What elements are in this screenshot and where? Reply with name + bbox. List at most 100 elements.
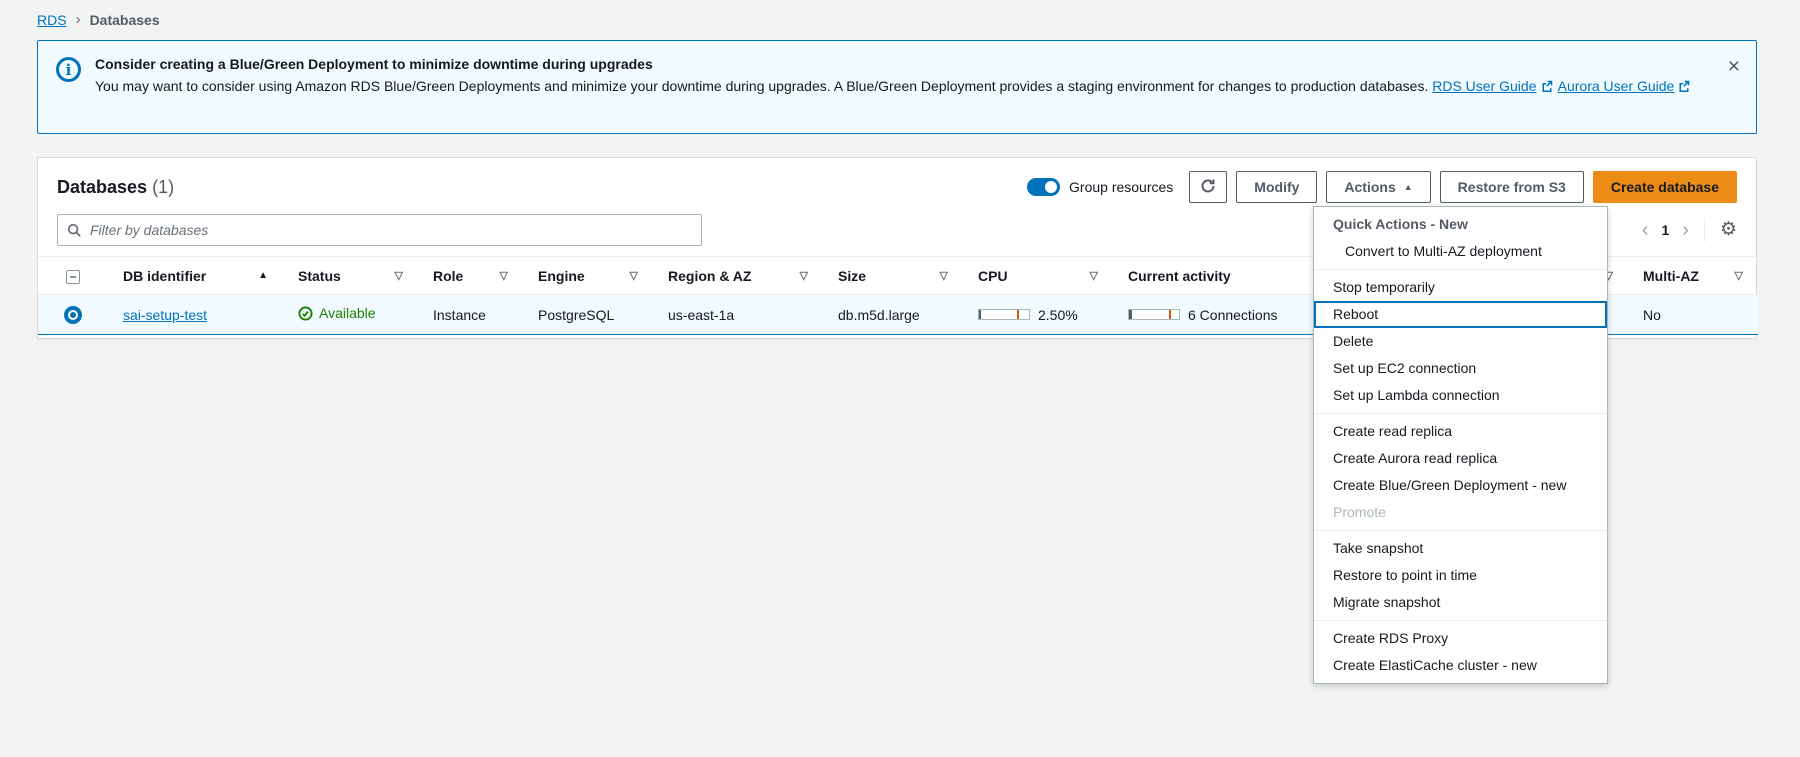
menu-item-create-elasticache-cluster[interactable]: Create ElastiCache cluster - new bbox=[1314, 652, 1607, 679]
menu-divider bbox=[1314, 269, 1607, 270]
menu-item-setup-lambda-connection[interactable]: Set up Lambda connection bbox=[1314, 382, 1607, 409]
menu-item-reboot[interactable]: Reboot bbox=[1314, 301, 1607, 328]
filter-icon[interactable]: ▽ bbox=[940, 269, 948, 282]
breadcrumb-rds-link[interactable]: RDS bbox=[37, 12, 67, 28]
filter-icon[interactable]: ▽ bbox=[800, 269, 808, 282]
chevron-up-icon: ▲ bbox=[1404, 182, 1413, 192]
filter-icon[interactable]: ▽ bbox=[630, 269, 638, 282]
info-banner: i Consider creating a Blue/Green Deploym… bbox=[37, 40, 1757, 134]
column-header-region-az[interactable]: Region & AZ ▽ bbox=[653, 257, 823, 295]
banner-text: You may want to consider using Amazon RD… bbox=[95, 78, 1428, 94]
close-icon[interactable]: × bbox=[1728, 57, 1740, 77]
menu-item-delete[interactable]: Delete bbox=[1314, 328, 1607, 355]
cpu-meter-fill bbox=[979, 310, 981, 319]
menu-divider bbox=[1314, 413, 1607, 414]
activity-meter-fill bbox=[1129, 310, 1132, 319]
column-header-size[interactable]: Size ▽ bbox=[823, 257, 963, 295]
menu-item-restore-point-in-time[interactable]: Restore to point in time bbox=[1314, 562, 1607, 589]
restore-from-s3-button[interactable]: Restore from S3 bbox=[1440, 171, 1584, 203]
rds-databases-page: RDS › Databases i Consider creating a Bl… bbox=[0, 0, 1800, 757]
info-icon: i bbox=[56, 57, 81, 82]
breadcrumb: RDS › Databases bbox=[37, 11, 160, 28]
cpu-meter bbox=[978, 309, 1030, 320]
menu-item-create-blue-green-deployment[interactable]: Create Blue/Green Deployment - new bbox=[1314, 472, 1607, 499]
create-database-button[interactable]: Create database bbox=[1593, 171, 1737, 203]
column-label: Region & AZ bbox=[668, 268, 751, 284]
sort-asc-icon[interactable]: ▲ bbox=[258, 270, 268, 281]
aurora-user-guide-link[interactable]: Aurora User Guide bbox=[1558, 78, 1675, 94]
external-link-icon bbox=[1541, 78, 1553, 97]
menu-header-quick-actions: Quick Actions - New bbox=[1314, 211, 1607, 238]
refresh-icon bbox=[1200, 178, 1216, 197]
gear-icon[interactable]: ⚙ bbox=[1720, 220, 1737, 240]
banner-content: Consider creating a Blue/Green Deploymen… bbox=[95, 55, 1728, 97]
db-identifier-link[interactable]: sai-setup-test bbox=[123, 307, 207, 323]
cpu-threshold-tick bbox=[1017, 310, 1019, 319]
filter-databases-input[interactable] bbox=[57, 214, 702, 246]
group-resources-toggle[interactable]: Group resources bbox=[1027, 178, 1173, 196]
current-activity-value: 6 Connections bbox=[1188, 307, 1278, 323]
menu-item-stop-temporarily[interactable]: Stop temporarily bbox=[1314, 274, 1607, 301]
next-page-button[interactable]: › bbox=[1682, 221, 1689, 239]
search-icon bbox=[67, 223, 81, 237]
toolbar-controls: Group resources Modify Actions ▲ Restore … bbox=[1027, 171, 1737, 203]
pagination: ‹ 1 › ⚙ bbox=[1642, 218, 1737, 242]
menu-item-create-read-replica[interactable]: Create read replica bbox=[1314, 418, 1607, 445]
banner-title: Consider creating a Blue/Green Deploymen… bbox=[95, 55, 1698, 74]
previous-page-button[interactable]: ‹ bbox=[1642, 221, 1649, 239]
menu-item-setup-ec2-connection[interactable]: Set up EC2 connection bbox=[1314, 355, 1607, 382]
databases-count: (1) bbox=[152, 177, 174, 198]
refresh-button[interactable] bbox=[1189, 171, 1227, 203]
column-header-role[interactable]: Role ▽ bbox=[418, 257, 523, 295]
row-radio-selected[interactable] bbox=[64, 306, 82, 324]
column-label: Role bbox=[433, 268, 463, 284]
status-badge: Available bbox=[298, 305, 376, 321]
menu-item-migrate-snapshot[interactable]: Migrate snapshot bbox=[1314, 589, 1607, 616]
menu-item-take-snapshot[interactable]: Take snapshot bbox=[1314, 535, 1607, 562]
column-header-db-identifier[interactable]: DB identifier ▲ bbox=[108, 257, 283, 295]
region-az-cell: us-east-1a bbox=[653, 295, 823, 335]
rds-user-guide-link[interactable]: RDS User Guide bbox=[1432, 78, 1536, 94]
column-label: CPU bbox=[978, 268, 1008, 284]
filter-icon[interactable]: ▽ bbox=[500, 269, 508, 282]
actions-button-label: Actions bbox=[1344, 179, 1395, 195]
column-label: Size bbox=[838, 268, 866, 284]
panel-header: Databases (1) Group resources Modify Act… bbox=[38, 158, 1756, 212]
search-box bbox=[57, 214, 702, 246]
status-text: Available bbox=[319, 305, 376, 321]
pagination-divider bbox=[1704, 218, 1705, 242]
page-title: Databases bbox=[57, 177, 147, 198]
actions-menu: Quick Actions - New Convert to Multi-AZ … bbox=[1313, 206, 1608, 684]
activity-meter bbox=[1128, 309, 1180, 320]
column-header-status[interactable]: Status▽ bbox=[283, 257, 418, 295]
modify-button[interactable]: Modify bbox=[1236, 171, 1317, 203]
group-resources-label: Group resources bbox=[1069, 179, 1173, 195]
column-label: Engine bbox=[538, 268, 585, 284]
engine-cell: PostgreSQL bbox=[523, 295, 653, 335]
menu-divider bbox=[1314, 530, 1607, 531]
menu-divider bbox=[1314, 620, 1607, 621]
column-header-cpu[interactable]: CPU ▽ bbox=[963, 257, 1113, 295]
column-label: Current activity bbox=[1128, 268, 1231, 284]
column-header-engine[interactable]: Engine ▽ bbox=[523, 257, 653, 295]
actions-button[interactable]: Actions ▲ bbox=[1326, 171, 1430, 203]
cpu-cell: 2.50% bbox=[963, 295, 1113, 335]
activity-threshold-tick bbox=[1169, 310, 1171, 319]
menu-item-convert-multi-az[interactable]: Convert to Multi-AZ deployment bbox=[1314, 238, 1607, 265]
external-link-icon bbox=[1678, 78, 1690, 97]
toggle-knob bbox=[1045, 181, 1057, 193]
select-all-checkbox[interactable] bbox=[66, 270, 80, 284]
banner-body: You may want to consider using Amazon RD… bbox=[95, 77, 1698, 97]
current-page-number[interactable]: 1 bbox=[1661, 222, 1669, 238]
multi-az-cell: No bbox=[1628, 295, 1758, 335]
filter-icon[interactable]: ▽ bbox=[1090, 269, 1098, 282]
menu-item-create-aurora-read-replica[interactable]: Create Aurora read replica bbox=[1314, 445, 1607, 472]
filter-icon[interactable]: ▽ bbox=[1735, 269, 1743, 282]
cpu-value: 2.50% bbox=[1038, 307, 1078, 323]
menu-item-create-rds-proxy[interactable]: Create RDS Proxy bbox=[1314, 625, 1607, 652]
filter-icon[interactable]: ▽ bbox=[395, 269, 403, 282]
column-label: Multi-AZ bbox=[1643, 268, 1699, 284]
menu-item-promote: Promote bbox=[1314, 499, 1607, 526]
column-label: DB identifier bbox=[123, 268, 206, 284]
column-header-multi-az[interactable]: Multi-AZ ▽ bbox=[1628, 257, 1758, 295]
